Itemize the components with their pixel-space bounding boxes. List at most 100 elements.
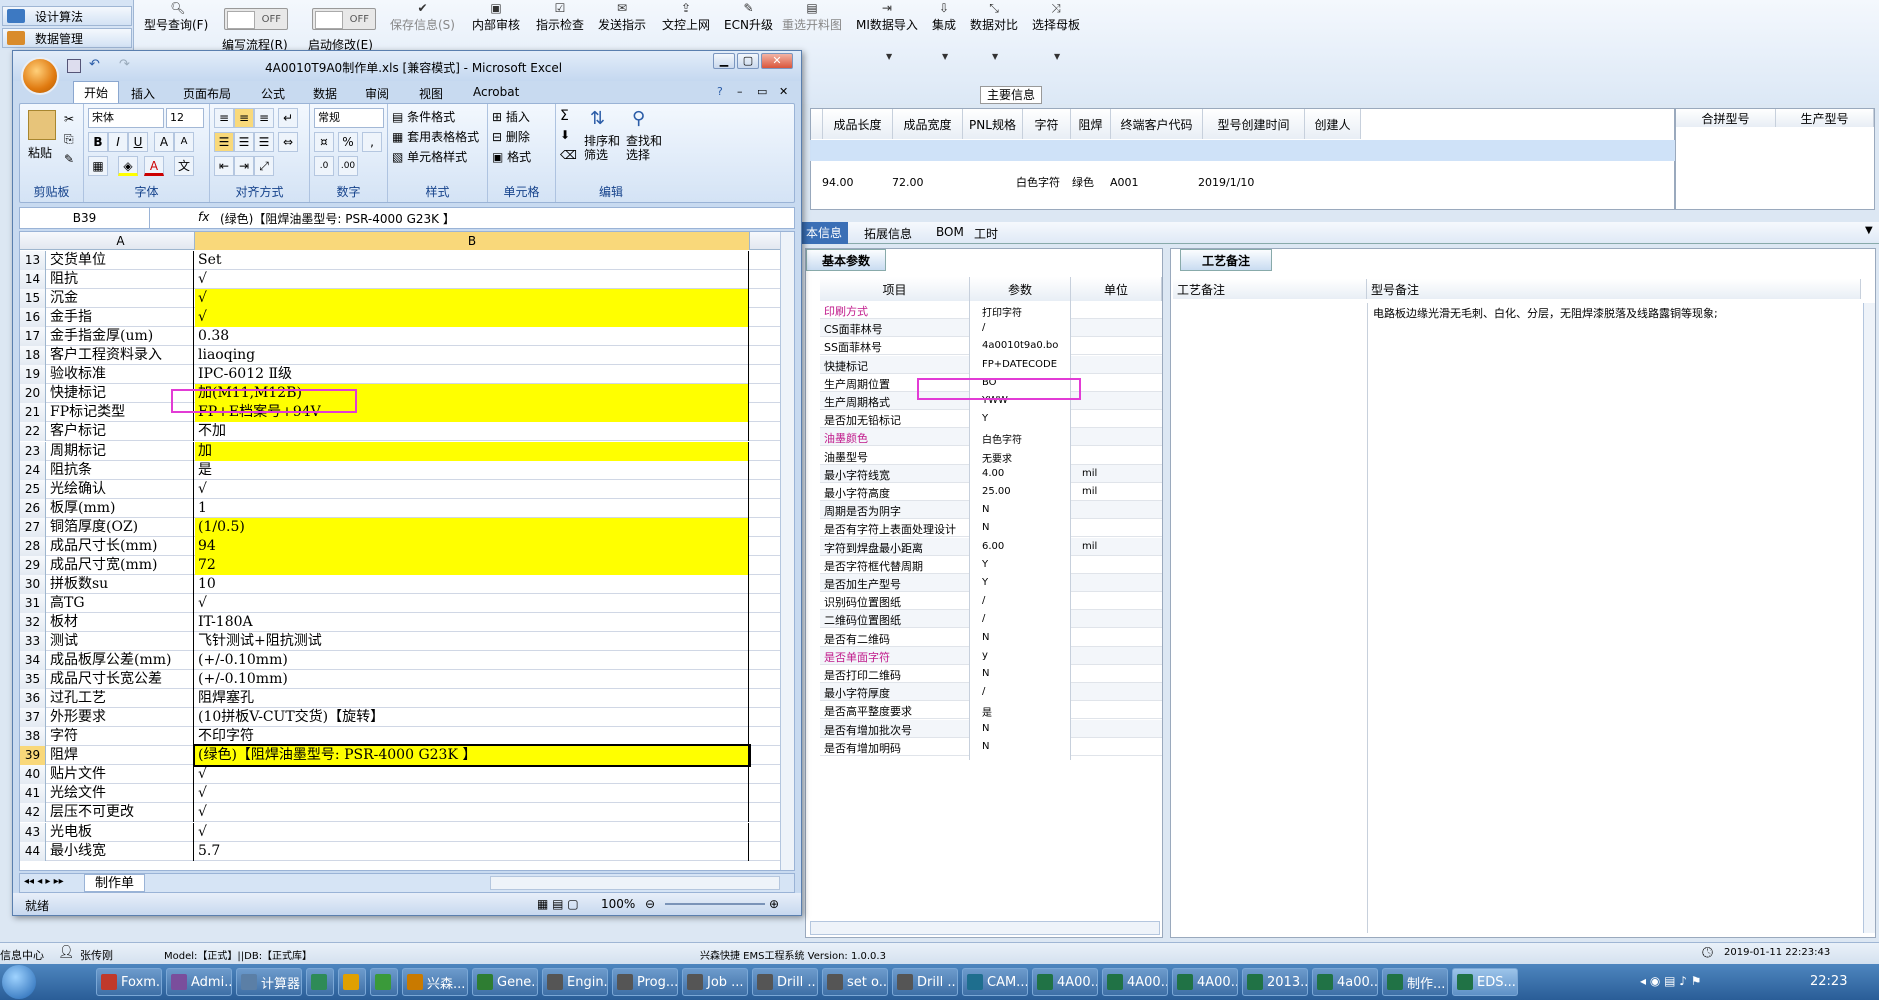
toggle-start-modify[interactable]: OFF [312, 8, 376, 30]
row-number[interactable]: 35 [20, 670, 46, 690]
grid-header[interactable]: 字符 [1023, 109, 1071, 139]
tab-bom[interactable]: BOM [936, 225, 964, 239]
close-icon[interactable]: ✕ [761, 53, 793, 69]
redo-icon[interactable]: ↷ [119, 57, 130, 72]
grid-header[interactable]: PNL规格 [963, 109, 1023, 139]
ecn-upgrade-button[interactable]: ✎ ECN升级 [724, 2, 773, 33]
taskbar-item[interactable]: Prog... [612, 968, 678, 996]
cell-b[interactable]: 5.7 [195, 841, 749, 861]
grid-header[interactable]: 生产型号 [1776, 109, 1874, 127]
tab-extended-info[interactable]: 拓展信息 [864, 225, 912, 242]
tab-formulas[interactable]: 公式 [261, 85, 285, 102]
param-row[interactable]: 快捷标记 FP+DATECODE [820, 355, 1162, 378]
nav-data-management[interactable]: 数据管理 [2, 28, 132, 48]
horizontal-scrollbar[interactable] [490, 876, 780, 890]
cell-b[interactable]: 72 [195, 555, 749, 575]
row-number[interactable]: 15 [20, 289, 46, 309]
taskbar-item[interactable]: Engin... [542, 968, 608, 996]
shrink-font-button[interactable]: A [174, 132, 194, 152]
param-row[interactable]: 最小字符厚度 / [820, 683, 1162, 706]
cell-a[interactable]: 拼板数su [47, 574, 194, 594]
cell-b[interactable]: √ [195, 593, 749, 613]
row-number[interactable]: 38 [20, 727, 46, 747]
doc-upload-button[interactable]: ⇪ 文控上网 [662, 2, 710, 33]
cell-a[interactable]: 阻焊 [47, 746, 194, 766]
cell-a[interactable]: 交货单位 [47, 251, 194, 270]
tab-data[interactable]: 数据 [313, 85, 337, 102]
grid-header[interactable]: 成品宽度 [893, 109, 963, 139]
taskbar-item[interactable] [306, 968, 334, 996]
row-number[interactable]: 16 [20, 308, 46, 328]
param-row[interactable]: 二维码位置图纸 / [820, 610, 1162, 633]
cell-a[interactable]: 光绘文件 [47, 784, 194, 804]
help-icon[interactable]: ? [717, 85, 723, 98]
start-button[interactable] [2, 965, 36, 999]
param-row[interactable]: 是否有二维码 N [820, 628, 1162, 651]
row-number[interactable]: 27 [20, 517, 46, 537]
param-row[interactable]: 最小字符高度 25.00 mil [820, 483, 1162, 505]
taskbar-item[interactable]: 制作... [1382, 968, 1448, 996]
copy-icon[interactable]: ⎘ [64, 132, 74, 147]
param-row[interactable]: 是否有增加明码 N [820, 737, 1162, 760]
font-size-combo[interactable]: 12 [166, 108, 204, 128]
chevron-down-icon[interactable]: ▼ [942, 52, 948, 61]
param-row[interactable]: 最小字符线宽 4.00 mil [820, 464, 1162, 487]
row-number[interactable]: 31 [20, 593, 46, 613]
info-center-label[interactable]: 信息中心 [0, 947, 44, 963]
cell-b[interactable]: 10 [195, 574, 749, 594]
param-row[interactable]: 是否打印二维码 N [820, 665, 1162, 687]
row-number[interactable]: 32 [20, 612, 46, 632]
minimize-icon[interactable]: ▁ [713, 53, 735, 69]
cell-a[interactable]: 成品尺寸宽(mm) [47, 555, 194, 575]
formula-input[interactable]: (绿色)【阻焊油墨型号: PSR-4000 G23K 】 [220, 210, 455, 227]
tab-labor-hours[interactable]: 工时 [974, 225, 998, 242]
decrease-indent-icon[interactable]: ⇤ [214, 156, 234, 176]
tab-page-layout[interactable]: 页面布局 [183, 85, 231, 102]
autosum-icon[interactable]: Σ [560, 108, 569, 124]
bold-button[interactable]: B [88, 132, 108, 152]
internal-review-button[interactable]: ▣ 内部审核 [472, 2, 520, 33]
param-row[interactable]: 是否加无铅标记 Y [820, 410, 1162, 433]
param-row[interactable]: 油墨型号 无要求 [820, 446, 1162, 469]
chevron-down-icon[interactable]: ▼ [886, 52, 892, 61]
cell-b[interactable]: 0.38 [195, 327, 749, 347]
row-number[interactable]: 44 [20, 841, 46, 861]
nav-design-algorithm[interactable]: 设计算法 [2, 6, 132, 26]
taskbar-item[interactable]: CAM... [962, 968, 1028, 996]
cell-a[interactable]: 外形要求 [47, 708, 194, 728]
close-icon[interactable]: ✕ [779, 85, 788, 98]
param-row[interactable]: 是否高平整度要求 是 [820, 701, 1162, 724]
cell-a[interactable]: 层压不可更改 [47, 803, 194, 823]
param-row[interactable]: 周期是否为阴字 N [820, 501, 1162, 524]
param-row[interactable]: SS面菲林号 4a0010t9a0.bo [820, 337, 1162, 360]
grid-header[interactable]: 终端客户代码 [1111, 109, 1203, 139]
row-number[interactable]: 14 [20, 270, 46, 290]
cell-b[interactable]: 飞针测试+阻抗测试 [195, 632, 749, 651]
integrate-button[interactable]: ⇩ 集成 [932, 2, 956, 33]
cell-b[interactable]: 不印字符 [195, 727, 749, 747]
zoom-slider[interactable] [665, 903, 765, 905]
row-number[interactable]: 25 [20, 479, 46, 499]
taskbar-item[interactable]: Drill ... [892, 968, 958, 996]
zoom-in-icon[interactable]: ⊕ [769, 897, 779, 911]
row-number[interactable]: 18 [20, 346, 46, 366]
sheet-nav-icon[interactable]: ◂◂ ◂ ▸ ▸▸ [24, 876, 64, 887]
cell-a[interactable]: 贴片文件 [47, 765, 194, 785]
cell-a[interactable]: 客户工程资料录入 [47, 346, 194, 366]
chevron-down-icon[interactable]: ▼ [1865, 225, 1873, 236]
cell-a[interactable]: 验收标准 [47, 365, 194, 385]
taskbar-item[interactable]: 2013... [1242, 968, 1308, 996]
row-number[interactable]: 33 [20, 632, 46, 651]
cell-a[interactable]: 金手指金厚(um) [47, 327, 194, 347]
cell-a[interactable]: 光绘确认 [47, 479, 194, 499]
cell-b[interactable]: 加 [195, 441, 749, 461]
grid-header[interactable]: 阻焊 [1071, 109, 1111, 139]
cell-b[interactable]: (+/-0.10mm) [195, 651, 749, 671]
cell-a[interactable]: 成品板厚公差(mm) [47, 651, 194, 671]
param-row[interactable]: 是否加生产型号 Y [820, 574, 1162, 596]
cell-a[interactable]: 光电板 [47, 822, 194, 842]
row-number[interactable]: 37 [20, 708, 46, 728]
row-number[interactable]: 40 [20, 765, 46, 785]
cell-a[interactable]: 测试 [47, 632, 194, 651]
tab-acrobat[interactable]: Acrobat [473, 85, 519, 99]
